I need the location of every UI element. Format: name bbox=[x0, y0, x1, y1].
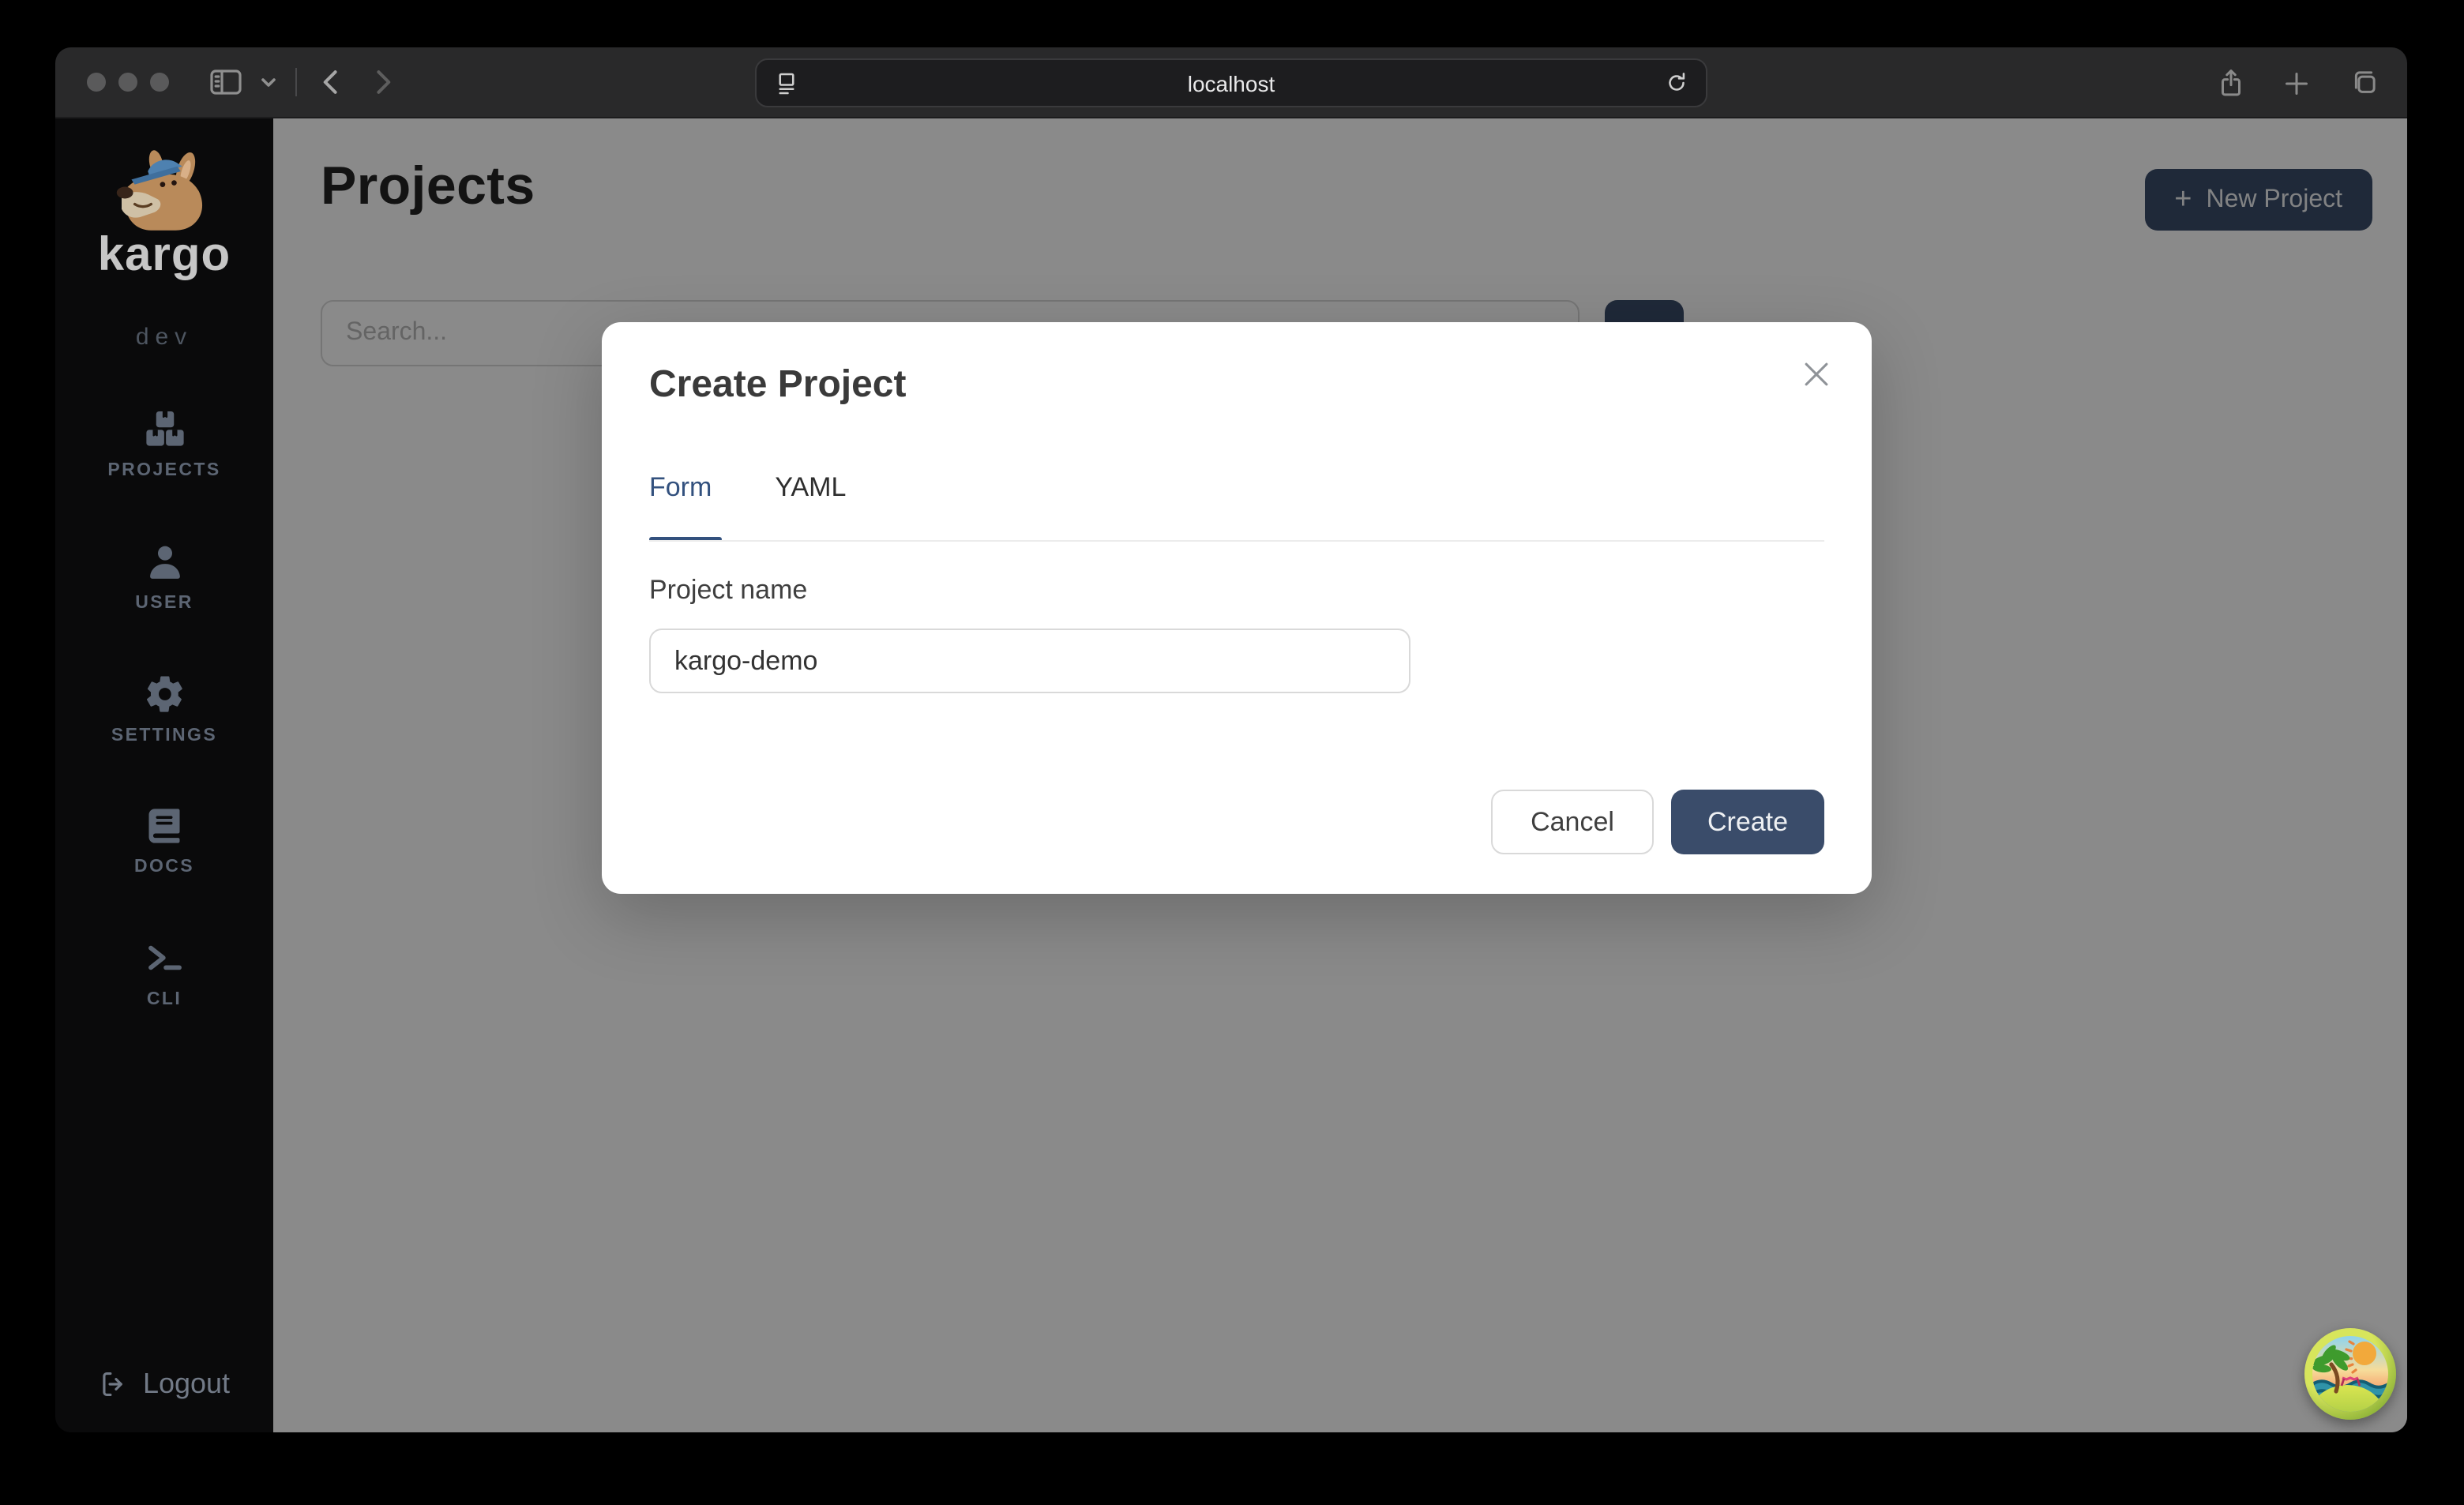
environment-label: dev bbox=[136, 324, 193, 351]
kangaroo-logo-icon bbox=[111, 150, 218, 235]
desktop-background: localhost bbox=[0, 0, 2464, 1505]
close-icon bbox=[1799, 357, 1834, 392]
chevron-down-icon[interactable] bbox=[254, 60, 283, 104]
toolbar-divider bbox=[295, 68, 297, 96]
refresh-icon[interactable] bbox=[1658, 61, 1693, 105]
sidebar-item-label: DOCS bbox=[134, 858, 194, 876]
island-extension-badge[interactable] bbox=[2304, 1328, 2396, 1420]
sidebar-nav: PROJECTS USER SETTINGS bbox=[107, 407, 220, 1009]
toolbar-left-controls bbox=[204, 60, 404, 104]
page-settings-icon[interactable] bbox=[769, 61, 804, 105]
back-button[interactable] bbox=[310, 60, 354, 104]
toolbar-right-controls bbox=[2208, 47, 2385, 118]
address-bar[interactable]: localhost bbox=[755, 58, 1707, 107]
address-text: localhost bbox=[804, 70, 1658, 96]
browser-toolbar: localhost bbox=[55, 47, 2407, 118]
terminal-icon bbox=[143, 936, 186, 979]
create-button[interactable]: Create bbox=[1671, 790, 1824, 854]
browser-window: localhost bbox=[55, 47, 2407, 1432]
sign-out-icon bbox=[99, 1369, 129, 1399]
tab-form[interactable]: Form bbox=[649, 472, 712, 532]
new-tab-icon[interactable] bbox=[2274, 61, 2319, 105]
tabs-divider bbox=[649, 540, 1824, 542]
logout-label: Logout bbox=[143, 1368, 230, 1401]
sidebar-item-user[interactable]: USER bbox=[107, 540, 220, 613]
close-dialog-button[interactable] bbox=[1793, 351, 1840, 398]
dialog-title: Create Project bbox=[649, 363, 907, 407]
sidebar-item-label: CLI bbox=[147, 990, 182, 1009]
zoom-window-button[interactable] bbox=[150, 73, 169, 92]
kargo-logo[interactable]: kargo bbox=[98, 150, 231, 283]
cancel-button[interactable]: Cancel bbox=[1491, 790, 1654, 854]
sidebar-toggle-icon[interactable] bbox=[204, 60, 248, 104]
tab-overview-icon[interactable] bbox=[2341, 61, 2385, 105]
minimize-window-button[interactable] bbox=[118, 73, 137, 92]
island-icon bbox=[2304, 1328, 2396, 1420]
forward-button[interactable] bbox=[360, 60, 404, 104]
share-icon[interactable] bbox=[2208, 61, 2252, 105]
create-project-dialog: Create Project Form YAML Project name Ca… bbox=[602, 322, 1872, 894]
sidebar-item-label: PROJECTS bbox=[107, 461, 220, 480]
close-window-button[interactable] bbox=[87, 73, 106, 92]
book-icon bbox=[144, 805, 185, 846]
project-name-input[interactable] bbox=[649, 629, 1410, 693]
logout-button[interactable]: Logout bbox=[55, 1368, 273, 1401]
dialog-tabs: Form YAML bbox=[649, 472, 846, 532]
user-icon bbox=[143, 540, 186, 583]
sidebar-item-settings[interactable]: SETTINGS bbox=[107, 673, 220, 745]
sidebar-item-docs[interactable]: DOCS bbox=[107, 805, 220, 876]
sidebar: kargo dev bbox=[55, 118, 273, 1432]
traffic-lights bbox=[87, 73, 169, 92]
gear-icon bbox=[143, 673, 186, 715]
dialog-actions: Cancel Create bbox=[1491, 790, 1824, 854]
sidebar-item-projects[interactable]: PROJECTS bbox=[107, 407, 220, 480]
sidebar-item-label: USER bbox=[135, 594, 193, 613]
logo-wordmark: kargo bbox=[98, 229, 231, 283]
project-name-label: Project name bbox=[649, 575, 807, 606]
tab-yaml[interactable]: YAML bbox=[775, 472, 846, 532]
boxes-stacked-icon bbox=[143, 407, 186, 450]
sidebar-item-label: SETTINGS bbox=[111, 726, 217, 745]
sidebar-item-cli[interactable]: CLI bbox=[107, 936, 220, 1009]
